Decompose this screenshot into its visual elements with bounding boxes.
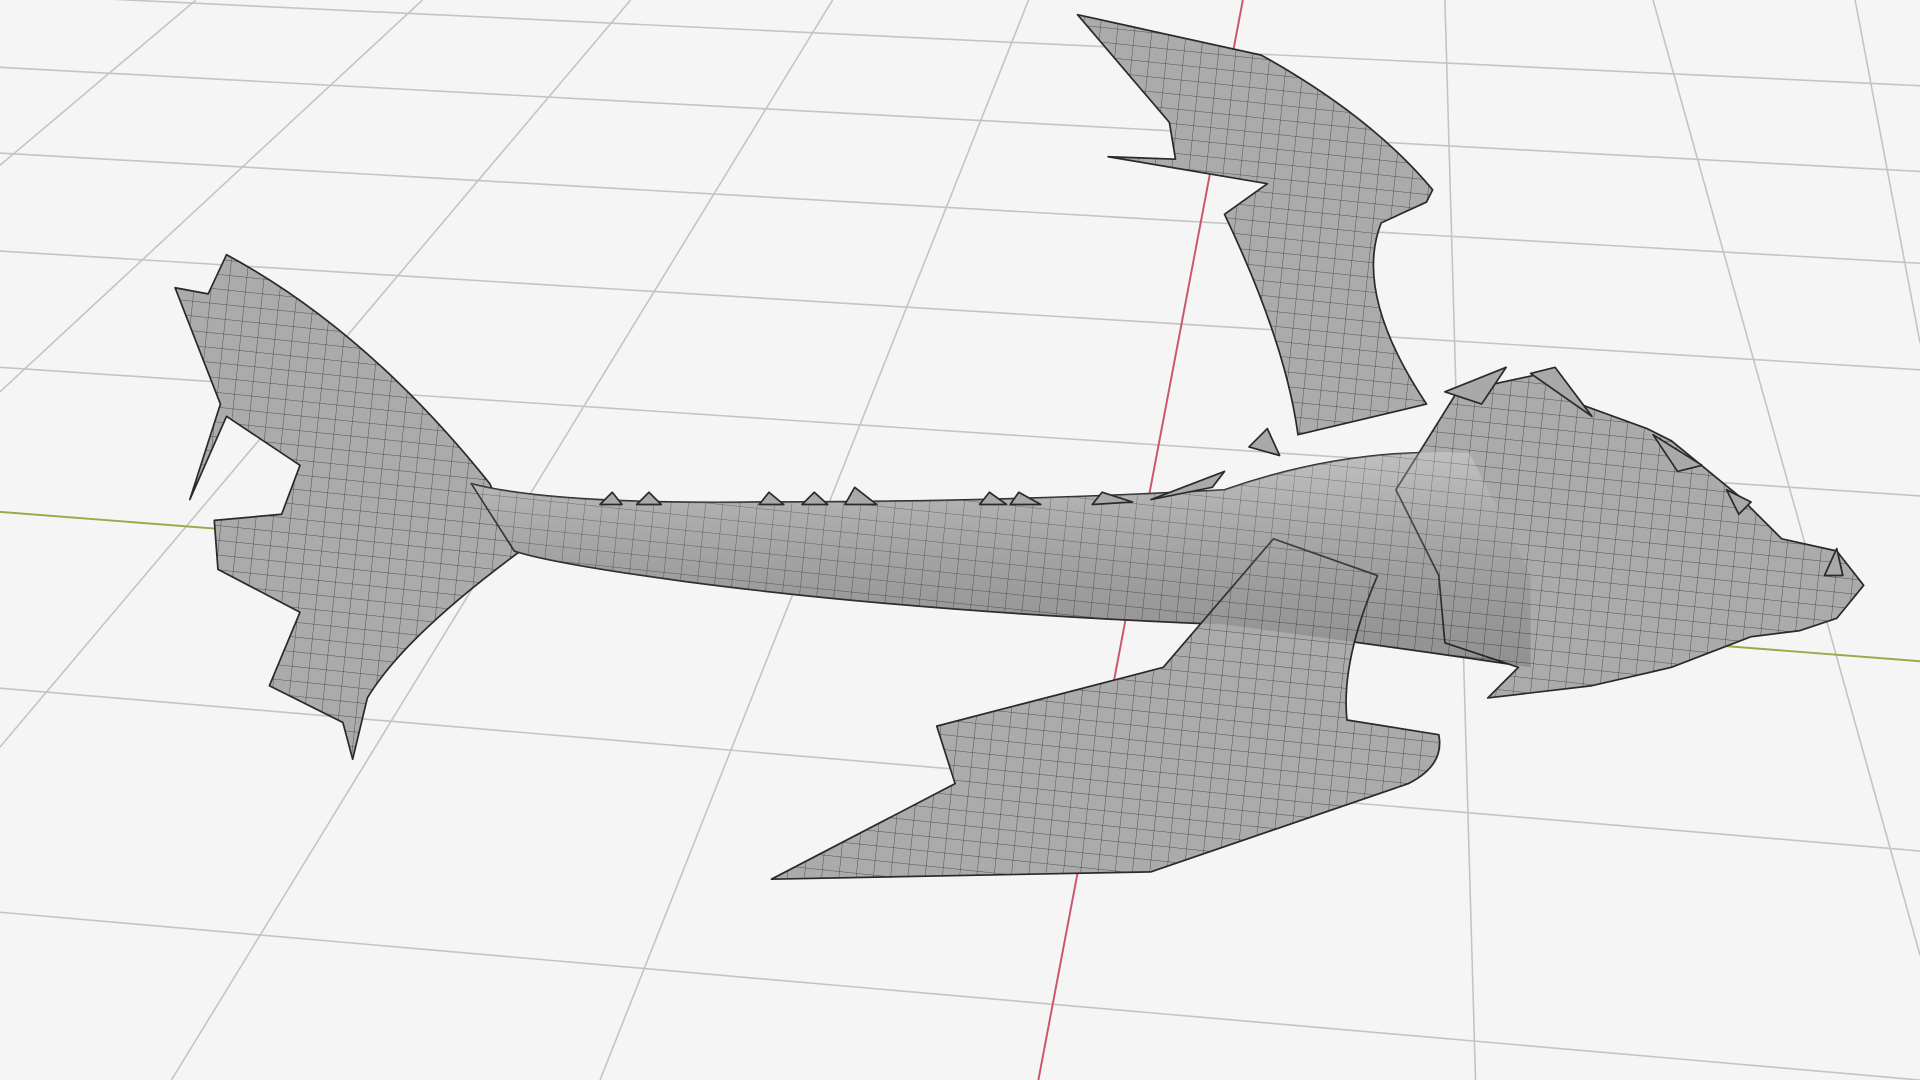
3d-viewport[interactable] bbox=[0, 0, 1920, 1080]
viewport-canvas[interactable] bbox=[0, 0, 1920, 1080]
